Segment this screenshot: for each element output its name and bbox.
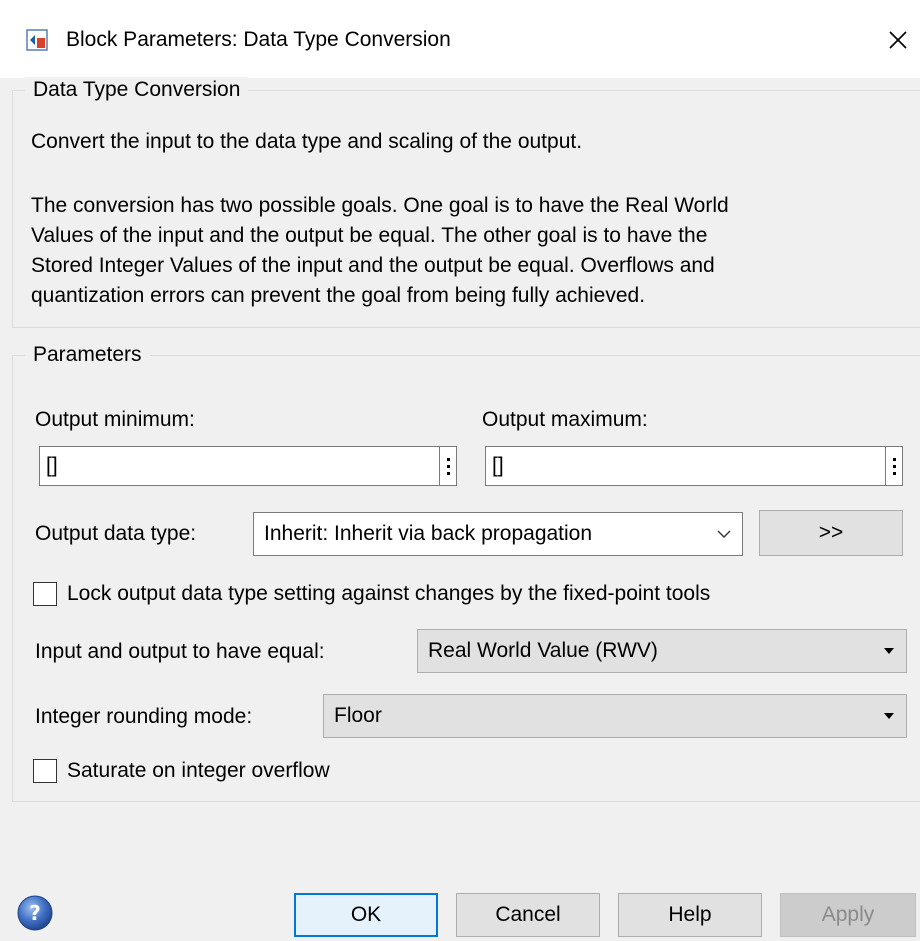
output-data-type-value: Inherit: Inherit via back propagation	[264, 522, 593, 545]
description-line: Convert the input to the data type and s…	[31, 130, 583, 153]
equal-mode-label: Input and output to have equal:	[35, 640, 325, 663]
equal-mode-select[interactable]: Real World Value (RWV)	[417, 629, 907, 673]
rounding-mode-label: Integer rounding mode:	[35, 705, 253, 728]
saturate-checkbox[interactable]	[33, 759, 57, 783]
description-para-line-4: quantization errors can prevent the goal…	[31, 284, 646, 307]
close-icon	[889, 31, 907, 49]
dropdown-arrow-icon	[882, 630, 896, 687]
close-button[interactable]	[880, 22, 916, 58]
cancel-button[interactable]: Cancel	[456, 893, 600, 937]
output-minimum-field[interactable]: []	[39, 446, 443, 486]
output-maximum-field[interactable]: []	[485, 446, 889, 486]
help-icon[interactable]: ?	[16, 894, 54, 932]
help-button[interactable]: Help	[618, 893, 762, 937]
dialog-body: Data Type Conversion Convert the input t…	[0, 77, 920, 941]
output-minimum-menu-icon[interactable]	[439, 446, 457, 486]
parameters-legend: Parameters	[25, 342, 150, 368]
output-maximum-menu-icon[interactable]	[885, 446, 903, 486]
description-para-line-3: Stored Integer Values of the input and t…	[31, 254, 715, 277]
output-data-type-select[interactable]: Inherit: Inherit via back propagation	[253, 512, 743, 556]
output-minimum-label: Output minimum:	[35, 408, 195, 431]
lock-data-type-checkbox[interactable]	[33, 582, 57, 606]
window-title: Block Parameters: Data Type Conversion	[66, 28, 451, 51]
parameters-group: Parameters Output minimum: Output maximu…	[12, 342, 920, 802]
description-para-line-1: The conversion has two possible goals. O…	[31, 194, 729, 217]
data-type-assistant-button[interactable]: >>	[759, 510, 903, 556]
output-maximum-label: Output maximum:	[482, 408, 648, 431]
description-group: Data Type Conversion Convert the input t…	[12, 77, 920, 328]
chevron-down-icon	[716, 513, 732, 570]
rounding-mode-value: Floor	[334, 704, 382, 727]
rounding-mode-select[interactable]: Floor	[323, 694, 907, 738]
simulink-block-icon	[26, 29, 48, 51]
dropdown-arrow-icon	[882, 695, 896, 752]
output-data-type-label: Output data type:	[35, 522, 197, 545]
lock-data-type-label: Lock output data type setting against ch…	[67, 582, 711, 605]
saturate-label: Saturate on integer overflow	[67, 759, 330, 782]
description-para-line-2: Values of the input and the output be eq…	[31, 224, 708, 247]
description-legend: Data Type Conversion	[25, 77, 249, 103]
ok-button[interactable]: OK	[294, 893, 438, 937]
svg-text:?: ?	[29, 901, 41, 925]
title-bar: Block Parameters: Data Type Conversion	[0, 0, 920, 78]
equal-mode-value: Real World Value (RWV)	[428, 639, 658, 662]
apply-button[interactable]: Apply	[780, 893, 916, 937]
